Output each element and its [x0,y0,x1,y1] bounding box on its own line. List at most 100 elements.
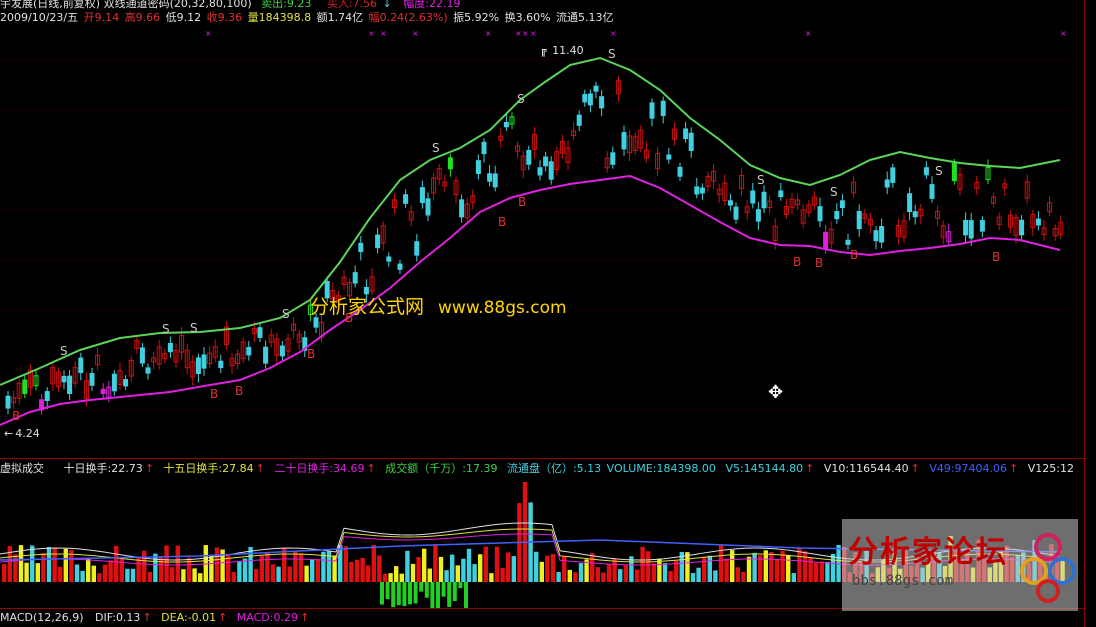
volume-bar [7,545,12,582]
ten-day-turnover: 十日换手:22.73 [63,462,143,475]
candle [963,219,969,236]
candle [599,96,605,109]
candle [677,166,683,177]
volume-bar [590,553,595,582]
buy-signal: B [793,255,801,269]
candle [481,141,487,155]
watermark: 分析家公式网 www.88gs.com [310,296,567,318]
volume-bar [265,552,270,582]
marker-icon: × [205,29,212,38]
volume-bar [405,550,410,582]
volume-bar [634,569,640,582]
macd-bar [430,582,435,609]
candle [419,187,425,204]
stock-chart-window: 宇发展(日线,前复权) 双线通道密码(20,32,80,100) 卖出:9.23… [0,0,1096,627]
macd-bar [385,582,390,600]
volume-bar [119,557,124,582]
volume-bar [450,554,455,582]
macd-bar [391,582,396,608]
candle [89,373,95,386]
candle [621,132,627,150]
candle [263,346,269,364]
candle [660,100,666,116]
candle [856,211,862,230]
sell-signal: S [517,92,525,106]
candle [929,184,935,199]
macd-bar [396,582,401,606]
fifteen-day-turnover: 十五日换手:27.84 [163,462,254,475]
candle [582,93,588,103]
volume-bar [382,573,388,582]
volume-bar [623,565,628,582]
volume-bar [231,572,236,582]
volume-bar [2,564,7,582]
candle [683,128,689,140]
volume-bar [735,567,740,582]
float-cap: 流通盘（亿）:5.13 [506,462,602,475]
volume-bar [483,546,488,582]
candle [44,391,50,401]
volume-bar [175,545,180,582]
volume-bar [181,569,186,582]
macd-bar [458,582,463,589]
candle [968,220,974,239]
volume-bar [360,557,365,582]
candle [694,186,700,195]
candle [610,152,616,165]
macd-bar [419,582,424,592]
volume-bar [489,573,494,582]
buy-signal: B [307,347,315,361]
volume-bar [282,547,287,582]
candle [447,157,453,170]
candle [873,230,879,242]
v10-value: V10:116544.40 [823,462,909,475]
upper-channel-line [0,56,1061,386]
volume-bar [606,564,612,582]
volume-bar [298,553,304,582]
volume-bar [713,570,718,582]
candle [425,198,431,216]
candle [145,367,151,374]
candle [912,211,918,218]
low-marker-arrow-icon: ← [4,427,14,440]
sell-signal: S [190,321,198,335]
volume-bar [108,560,113,582]
marker-icon: × [412,29,419,38]
volume-bar [696,567,701,582]
candle [761,191,767,209]
sell-signal: S [757,173,765,187]
buy-signal: B [210,387,218,401]
volume-bar [315,559,320,582]
volume-bar [685,552,690,582]
volume-bar [192,568,197,582]
macd-bar [464,582,468,609]
volume-bar [618,569,623,582]
macd-bar [380,582,384,605]
marker-icon: × [805,29,812,38]
volume-bar [214,547,220,582]
macd-bar [424,582,429,598]
candle [951,163,957,182]
buy-signal: B [498,215,506,229]
volume-bar [562,555,567,582]
marker-icon: × [522,29,529,38]
candle [884,179,890,188]
candle [548,161,554,180]
volume-bar [147,571,152,582]
volume-bar [763,550,768,582]
candle [111,373,117,392]
candle [246,346,252,356]
volume-bar [511,556,516,582]
candle [593,85,599,92]
buy-signal: B [518,195,526,209]
price-axis[interactable] [1084,0,1096,627]
macd-bar [452,582,457,602]
macd-bar [413,582,418,604]
candle [492,173,498,188]
sell-signal: S [282,307,290,321]
forum-logo: 分析家论坛 bbs.88gs.com [842,519,1078,611]
volume-bar [399,573,404,582]
sell-signal: S [830,185,838,199]
volume-bar [91,565,96,582]
candle [123,379,129,387]
